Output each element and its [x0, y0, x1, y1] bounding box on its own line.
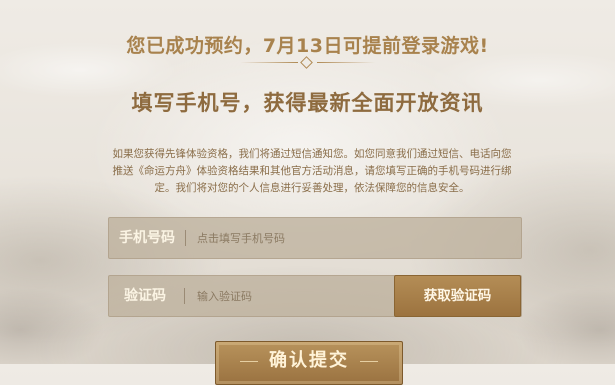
- submit-flourish-right: [360, 361, 378, 362]
- verification-code-label: 验证码: [124, 288, 166, 304]
- reservation-success-headline: 您已成功预约，7月13日可提前登录游戏!: [126, 35, 489, 57]
- divider-line-right: [317, 62, 375, 63]
- verification-code-input[interactable]: [197, 276, 387, 316]
- diamond-ornament-icon: [300, 56, 313, 69]
- privacy-notice: 如果您获得先锋体验资格，我们将通过短信通知您。如您同意我们通过短信、电话向您 推…: [107, 146, 517, 197]
- phone-field-divider: [185, 230, 186, 246]
- notice-line-3: 定。我们将对您的个人信息进行妥善处理，依法保障您的信息安全。: [154, 182, 470, 194]
- phone-input[interactable]: [197, 218, 507, 258]
- notice-line-2: 推送《命运方舟》体验资格结果和其他官方活动消息，请您填写正确的手机号码进行绑: [112, 165, 512, 177]
- submit-button-label: 确认提交: [269, 350, 349, 371]
- phone-label: 手机号码: [119, 230, 175, 246]
- submit-button[interactable]: 确认提交: [215, 341, 403, 385]
- phone-field: 手机号码: [108, 217, 522, 259]
- notice-line-1: 如果您获得先锋体验资格，我们将通过短信通知您。如您同意我们通过短信、电话向您: [112, 148, 512, 160]
- form-subtitle: 填写手机号，获得最新全面开放资讯: [131, 91, 484, 115]
- submit-flourish-left: [240, 361, 258, 362]
- divider-ornament: [240, 56, 375, 70]
- code-field-divider: [184, 288, 185, 304]
- divider-line-left: [240, 62, 298, 63]
- get-verification-code-button[interactable]: 获取验证码: [394, 275, 521, 317]
